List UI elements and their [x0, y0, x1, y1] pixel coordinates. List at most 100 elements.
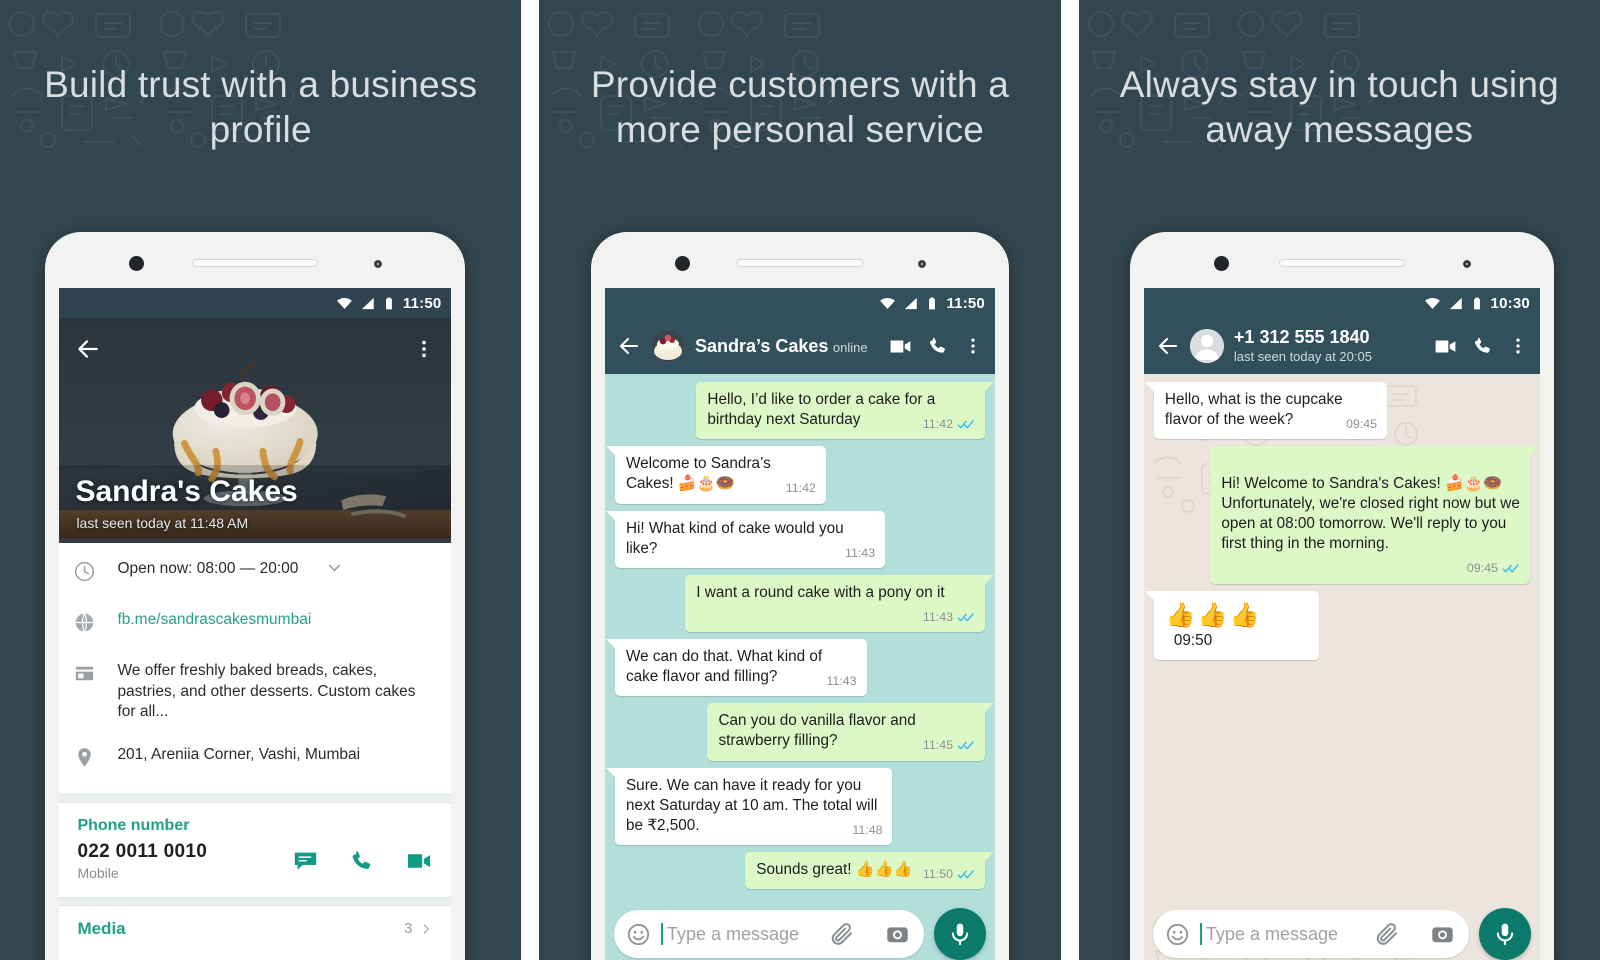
- message-input-pill[interactable]: Type a message: [1152, 910, 1469, 958]
- phone-screen: 11:50 Sandra's Cakes last seen today at …: [59, 288, 452, 960]
- message-bubble[interactable]: 👍👍👍 09:50: [1144, 590, 1320, 661]
- front-camera-icon: [914, 257, 929, 271]
- media-count-value: 3: [404, 920, 413, 938]
- message-bubble[interactable]: Sounds great! 👍👍👍 11:50: [745, 852, 994, 890]
- back-arrow-icon[interactable]: [1156, 334, 1180, 358]
- emoji-smiley-icon[interactable]: [626, 922, 651, 947]
- message-time: 11:43: [844, 545, 876, 560]
- message-meta: 09:45: [1467, 560, 1520, 576]
- voice-record-button[interactable]: [933, 908, 986, 960]
- chat-header-actions: [1433, 334, 1528, 359]
- message-list[interactable]: Hello, what is the cupcake flavor of the…: [1143, 374, 1540, 904]
- message-input-placeholder[interactable]: Type a message: [1206, 924, 1364, 945]
- profile-details-card: Open now: 08:00 — 20:00 fb.me/sandrascak…: [59, 543, 452, 794]
- message-composer: Type a message: [1143, 904, 1540, 960]
- wifi-icon: [336, 295, 353, 312]
- video-call-icon[interactable]: [888, 334, 913, 359]
- message-text: Hi! Welcome to Sandra's Cakes! 🍰🎂🍩 Unfor…: [1221, 475, 1520, 553]
- message-composer: Type a message: [604, 904, 995, 960]
- voice-record-button[interactable]: [1478, 908, 1531, 960]
- message-time: 11:42: [785, 481, 816, 496]
- text-caret: [660, 923, 663, 945]
- chevron-down-icon[interactable]: [326, 559, 343, 581]
- call-icon[interactable]: [1472, 335, 1494, 357]
- chat-subtitle: online: [832, 339, 868, 355]
- section-divider-2: [59, 896, 452, 906]
- message-bubble[interactable]: I want a round cake with a pony on it 11…: [685, 574, 994, 633]
- profile-row-description[interactable]: We offer freshly baked breads, cakes, pa…: [59, 655, 451, 739]
- back-arrow-icon[interactable]: [617, 334, 641, 358]
- message-meta: 11:43: [845, 545, 875, 561]
- message-list[interactable]: Hello, I’d like to order a cake for a bi…: [604, 374, 995, 904]
- message-bubble[interactable]: Hi! What kind of cake would you like? 11…: [605, 510, 886, 568]
- overflow-menu-icon[interactable]: [963, 336, 983, 356]
- message-time: 11:43: [922, 609, 953, 624]
- message-bubble[interactable]: Welcome to Sandra’s Cakes! 🍰🎂🍩 11:42: [605, 446, 826, 504]
- status-bar-time: 10:30: [1490, 294, 1530, 312]
- message-input-pill[interactable]: Type a message: [613, 910, 924, 958]
- battery-icon: [382, 296, 396, 311]
- front-camera-icon: [1459, 257, 1474, 271]
- business-hours-text: Open now: 08:00 — 20:00: [117, 560, 299, 577]
- profile-row-hours[interactable]: Open now: 08:00 — 20:00: [59, 543, 451, 604]
- media-section[interactable]: Media 3: [59, 905, 452, 939]
- call-icon[interactable]: [349, 848, 375, 874]
- chat-header-meta[interactable]: +1 312 555 1840 last seen today at 20:05: [1234, 327, 1423, 366]
- message-bubble[interactable]: Can you do vanilla flavor and strawberry…: [707, 703, 994, 761]
- status-bar-time: 11:50: [402, 294, 442, 312]
- status-bar-time: 11:50: [946, 294, 985, 312]
- emoji-smiley-icon[interactable]: [1165, 922, 1190, 947]
- profile-row-website[interactable]: fb.me/sandrascakesmumbai: [59, 604, 451, 655]
- signal-icon: [360, 296, 375, 311]
- avatar[interactable]: [650, 329, 685, 363]
- status-bar: 11:50: [604, 288, 995, 318]
- message-input-placeholder[interactable]: Type a message: [667, 924, 819, 945]
- phone-number-row[interactable]: 022 0011 0010 Mobile: [59, 837, 451, 897]
- chat-header-actions: [888, 334, 983, 359]
- chat-header-meta[interactable]: Sandra’s Cakes online: [695, 336, 878, 357]
- overflow-menu-icon[interactable]: [1508, 336, 1528, 356]
- message-bubble[interactable]: Hello, I’d like to order a cake for a bi…: [696, 382, 994, 440]
- panel-away-messages: Always stay in touch using away messages…: [1078, 0, 1600, 960]
- phone-section-title: Phone number: [77, 816, 190, 834]
- chat-header: Sandra’s Cakes online: [604, 318, 995, 374]
- message-time: 09:45: [1466, 561, 1498, 576]
- chevron-right-icon: [419, 922, 433, 936]
- message-time: 11:42: [922, 417, 953, 432]
- clock-icon: [73, 559, 99, 588]
- sensor-dot-icon: [1213, 256, 1229, 271]
- message-meta: 11:42: [786, 480, 816, 496]
- media-row[interactable]: Media 3: [59, 906, 451, 939]
- status-bar: 10:30: [1143, 288, 1540, 318]
- message-bubble[interactable]: Sure. We can have it ready for you next …: [606, 767, 893, 845]
- back-arrow-icon[interactable]: [75, 336, 101, 362]
- video-call-icon[interactable]: [1433, 334, 1458, 359]
- message-bubble[interactable]: We can do that. What kind of cake flavor…: [605, 639, 867, 697]
- camera-icon[interactable]: [885, 922, 910, 947]
- message-list-inner: Hello, what is the cupcake flavor of the…: [1144, 382, 1539, 661]
- chat-title: +1 312 555 1840: [1233, 326, 1370, 347]
- video-call-icon[interactable]: [405, 847, 433, 875]
- avatar[interactable]: [1189, 329, 1224, 363]
- paperclip-icon[interactable]: [829, 921, 855, 947]
- paperclip-icon[interactable]: [1374, 921, 1400, 947]
- message-meta: 11:42: [923, 416, 975, 432]
- profile-row-address[interactable]: 201, Areniia Corner, Vashi, Mumbai: [59, 739, 451, 794]
- camera-icon[interactable]: [1430, 922, 1455, 947]
- message-text: Welcome to Sandra’s Cakes! 🍰🎂🍩: [625, 455, 771, 493]
- message-bubble[interactable]: Hi! Welcome to Sandra's Cakes! 🍰🎂🍩 Unfor…: [1210, 446, 1539, 584]
- text-caret: [1199, 923, 1202, 945]
- message-icon[interactable]: [292, 847, 319, 874]
- call-icon[interactable]: [927, 335, 949, 357]
- message-meta: 11:43: [923, 609, 975, 625]
- message-text: 👍👍👍: [1165, 601, 1262, 629]
- message-text: Sounds great! 👍👍👍: [756, 861, 913, 878]
- overflow-menu-icon[interactable]: [413, 338, 435, 360]
- panel-headline: Always stay in touch using away messages: [1119, 64, 1559, 151]
- message-bubble[interactable]: Hello, what is the cupcake flavor of the…: [1144, 382, 1388, 440]
- chat-title: Sandra’s Cakes: [694, 335, 829, 356]
- earpiece-grille: [736, 259, 863, 267]
- wifi-icon: [879, 295, 896, 312]
- message-time: 11:48: [852, 822, 883, 837]
- website-link[interactable]: fb.me/sandrascakesmumbai: [117, 610, 311, 631]
